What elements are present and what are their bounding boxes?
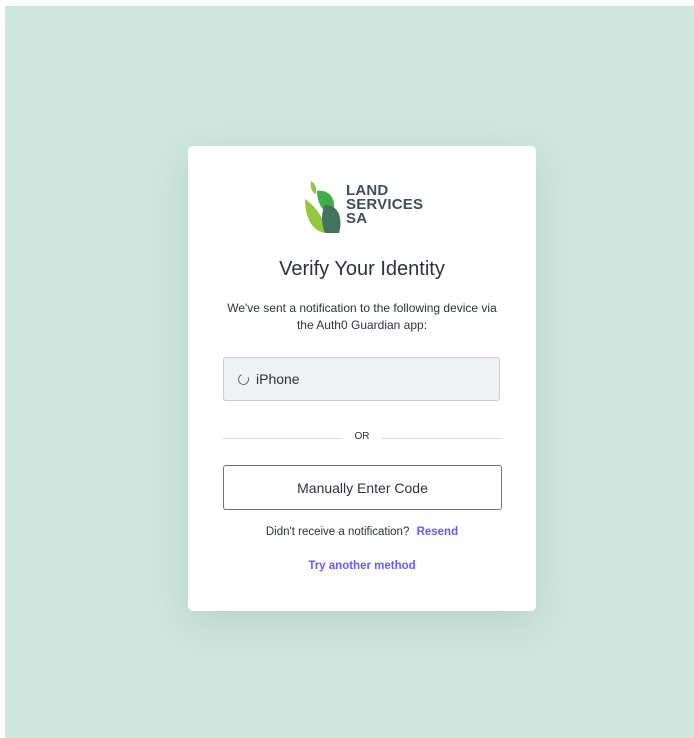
manually-enter-code-button[interactable]: Manually Enter Code — [223, 465, 502, 510]
notification-description: We've sent a notification to the followi… — [227, 301, 497, 332]
resend-row: Didn't receive a notification? Resend — [188, 526, 536, 538]
divider-line-left — [223, 438, 342, 439]
land-services-sa-leaf-icon — [305, 181, 341, 233]
logo-line-3: SA — [346, 210, 368, 227]
divider-line-right — [382, 438, 502, 439]
try-another-row: Try another method — [188, 560, 536, 572]
land-services-sa-logo: LAND SERVICES SA — [305, 181, 425, 235]
page-title: Verify Your Identity — [279, 258, 445, 280]
device-name: iPhone — [256, 371, 300, 387]
loading-spinner-icon — [236, 371, 251, 387]
or-divider: OR — [223, 430, 502, 446]
not-received-text: Didn't receive a notification? — [265, 526, 410, 538]
device-option-iphone[interactable]: iPhone — [223, 357, 500, 401]
divider-label: OR — [354, 431, 370, 442]
logo-wordmark: LAND SERVICES SA — [346, 183, 423, 227]
page-background: LAND SERVICES SA Verify Your Identity We… — [5, 6, 694, 738]
verification-card: LAND SERVICES SA Verify Your Identity We… — [188, 146, 536, 611]
try-another-method-link[interactable]: Try another method — [308, 560, 415, 572]
resend-link[interactable]: Resend — [417, 526, 459, 538]
